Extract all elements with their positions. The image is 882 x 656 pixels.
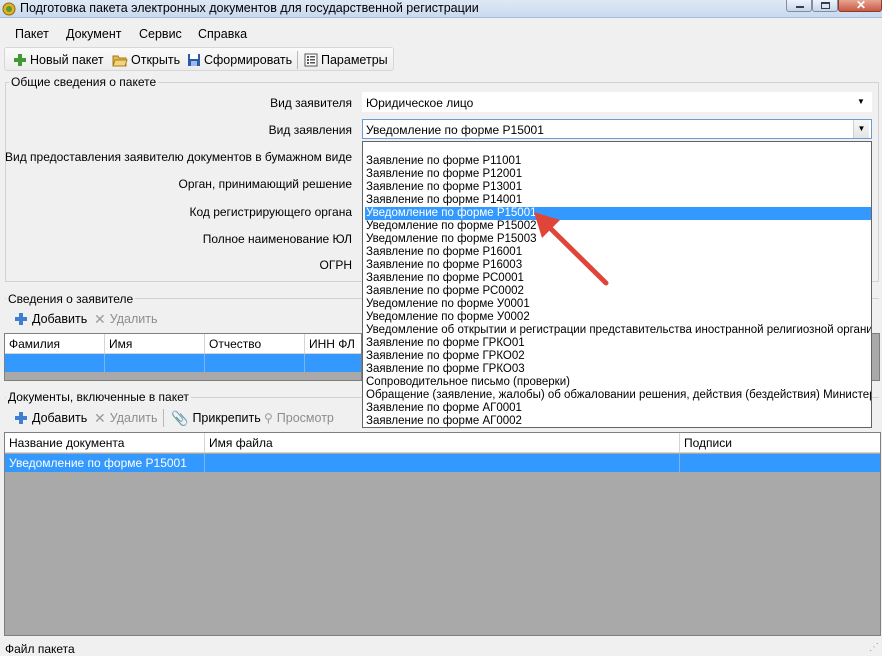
ogrn-label: ОГРН: [319, 258, 352, 272]
paperclip-icon: 📎: [171, 409, 189, 426]
build-button[interactable]: Сформировать: [187, 51, 292, 69]
dropdown-option[interactable]: Заявление по форме ГРКО02: [365, 350, 871, 363]
window-title: Подготовка пакета электронных документов…: [20, 1, 479, 15]
dropdown-option[interactable]: Заявление по форме ГРКО01: [365, 337, 871, 350]
maximize-icon: [821, 2, 830, 9]
params-button[interactable]: Параметры: [304, 51, 388, 69]
menu-paket[interactable]: Пакет: [15, 27, 49, 41]
dropdown-option[interactable]: Сопроводительное письмо (проверки): [365, 376, 871, 389]
dropdown-option[interactable]: Уведомление об открытии и регистрации пр…: [365, 324, 871, 337]
chevron-down-icon: ▼: [857, 97, 865, 106]
authority-label: Орган, принимающий решение: [178, 177, 352, 191]
params-label: Параметры: [321, 53, 388, 67]
delete-x-icon: ✕: [94, 409, 106, 426]
open-button[interactable]: Открыть: [112, 51, 180, 69]
applicant-type-label: Вид заявителя: [270, 96, 352, 110]
dropdown-option[interactable]: Заявление по форме АГ0001: [365, 402, 871, 415]
plus-icon: [15, 412, 27, 424]
col-doc-name[interactable]: Название документа: [5, 433, 205, 453]
plus-icon: [15, 313, 27, 325]
annotation-arrow-icon: [534, 212, 609, 286]
applicant-delete-label: Удалить: [109, 312, 158, 326]
col-file-name[interactable]: Имя файла: [205, 433, 680, 453]
table-row[interactable]: Уведомление по форме Р15001: [5, 454, 880, 472]
minimize-button[interactable]: [786, 0, 812, 12]
table-row[interactable]: [5, 354, 361, 372]
document-add-button[interactable]: Добавить: [14, 408, 87, 428]
col-inn[interactable]: ИНН ФЛ: [305, 334, 361, 354]
dropdown-option[interactable]: Заявление по форме ГРКО03: [365, 363, 871, 376]
new-package-label: Новый пакет: [30, 53, 104, 67]
applicant-add-button[interactable]: Добавить: [14, 309, 87, 329]
toolbar-separator: [163, 409, 164, 427]
save-disk-icon: [188, 54, 200, 66]
app-icon: [2, 2, 16, 16]
folder-open-icon: [112, 55, 128, 67]
main-toolbar: Новый пакет Открыть Сформировать Парамет…: [4, 47, 394, 71]
dropdown-option[interactable]: Заявление по форме АГ0002: [365, 415, 871, 427]
applicant-add-label: Добавить: [32, 312, 88, 326]
applicants-grid-header: Фамилия Имя Отчество ИНН ФЛ: [5, 334, 361, 354]
menu-document[interactable]: Документ: [66, 27, 121, 41]
delete-x-icon: ✕: [94, 310, 106, 327]
document-add-label: Добавить: [32, 411, 88, 425]
magnifier-icon: ⚲: [264, 411, 273, 425]
statement-type-select[interactable]: Уведомление по форме Р15001 ▼: [362, 119, 872, 139]
statement-type-value: Уведомление по форме Р15001: [366, 123, 544, 137]
dropdown-option[interactable]: Заявление по форме Р13001: [365, 181, 871, 194]
menu-service[interactable]: Сервис: [139, 27, 182, 41]
doc-signatures-cell: [680, 454, 880, 472]
doc-file-cell: [205, 454, 680, 472]
dropdown-option[interactable]: Уведомление по форме У0002: [365, 311, 871, 324]
dropdown-option[interactable]: Обращение (заявление, жалобы) об обжалов…: [365, 389, 871, 402]
menu-help[interactable]: Справка: [198, 27, 247, 41]
statement-type-label: Вид заявления: [268, 123, 352, 137]
col-signatures[interactable]: Подписи: [680, 433, 880, 453]
view-button[interactable]: ⚲ Просмотр: [264, 408, 334, 428]
view-label: Просмотр: [276, 411, 334, 425]
dropdown-option[interactable]: Заявление по форме Р12001: [365, 168, 871, 181]
reg-code-label: Код регистрирующего органа: [189, 205, 352, 219]
documents-grid-header: Название документа Имя файла Подписи: [5, 433, 880, 453]
dropdown-option[interactable]: Заявление по форме Р11001: [365, 155, 871, 168]
maximize-button[interactable]: [812, 0, 838, 12]
settings-list-icon: [304, 53, 318, 67]
document-delete-label: Удалить: [109, 411, 158, 425]
attach-label: Прикрепить: [192, 411, 261, 425]
open-label: Открыть: [131, 53, 181, 67]
resize-grip-icon[interactable]: ⋰: [869, 642, 879, 653]
status-label: Файл пакета: [5, 642, 75, 656]
fullname-label: Полное наименование ЮЛ: [202, 232, 352, 246]
chevron-down-icon[interactable]: ▼: [853, 120, 869, 138]
build-label: Сформировать: [204, 53, 293, 67]
applicant-delete-button[interactable]: ✕ Удалить: [94, 309, 157, 329]
applicants-grid: Фамилия Имя Отчество ИНН ФЛ: [4, 333, 362, 381]
applicant-type-value: Юридическое лицо: [366, 96, 474, 110]
paper-docs-label: Вид предоставления заявителю документов …: [5, 150, 352, 164]
col-patronymic[interactable]: Отчество: [205, 334, 305, 354]
menu-bar: Пакет Документ Сервис Справка: [0, 24, 882, 44]
cell: [205, 354, 305, 372]
document-delete-button[interactable]: ✕ Удалить: [94, 408, 157, 428]
attach-button[interactable]: 📎 Прикрепить: [171, 408, 261, 428]
close-button[interactable]: ✕: [838, 0, 882, 12]
general-info-title: Общие сведения о пакете: [9, 75, 159, 89]
documents-grid: Название документа Имя файла Подписи Уве…: [4, 432, 881, 636]
cell: [105, 354, 205, 372]
minimize-icon: [796, 6, 804, 8]
cell: [5, 354, 105, 372]
dropdown-option[interactable]: Уведомление по форме У0001: [365, 298, 871, 311]
col-name[interactable]: Имя: [105, 334, 205, 354]
doc-name-cell: Уведомление по форме Р15001: [5, 454, 205, 472]
applicant-type-select[interactable]: Юридическое лицо ▼: [362, 92, 872, 112]
status-bar: Файл пакета ⋰: [0, 640, 882, 656]
col-surname[interactable]: Фамилия: [5, 334, 105, 354]
applicants-title: Сведения о заявителе: [6, 292, 136, 306]
close-icon: ✕: [856, 0, 867, 12]
documents-title: Документы, включенные в пакет: [6, 390, 191, 404]
new-package-button[interactable]: Новый пакет: [13, 51, 104, 69]
plus-icon: [14, 54, 26, 66]
toolbar-separator: [297, 51, 298, 69]
